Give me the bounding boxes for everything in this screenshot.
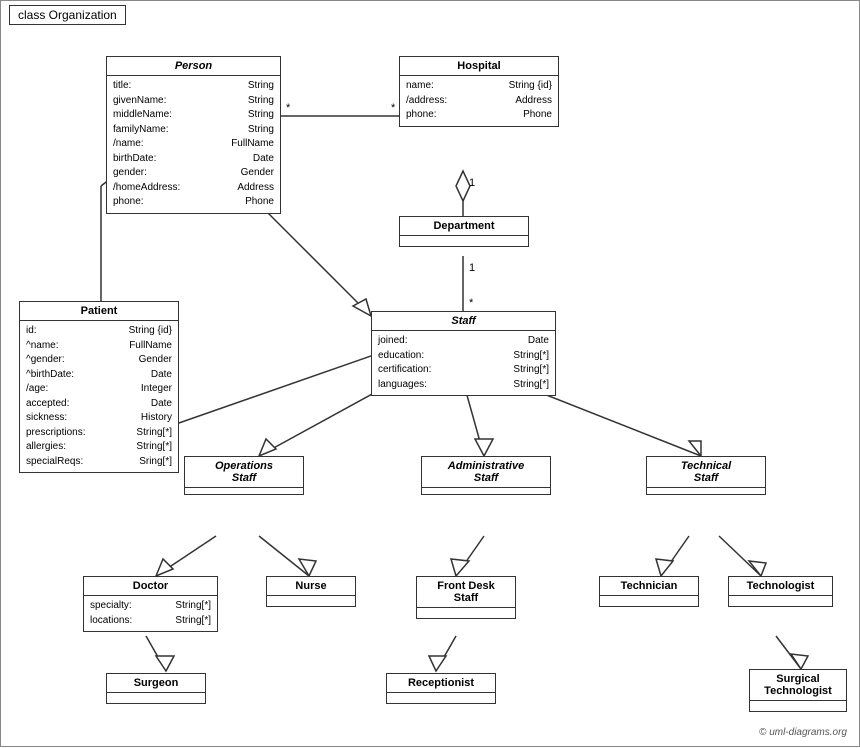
diagram-container: class Organization * * 1 * 1 * [0, 0, 860, 747]
hospital-attributes: name:String {id} /address:Address phone:… [400, 76, 558, 126]
copyright-text: © uml-diagrams.org [759, 727, 847, 738]
person-box: Person title:String givenName:String mid… [106, 56, 281, 214]
svg-text:*: * [469, 297, 474, 309]
administrative-staff-box: Administrative Staff [421, 456, 551, 495]
surgical-technologist-box: Surgical Technologist [749, 669, 847, 712]
department-class-name: Department [400, 217, 528, 236]
person-attributes: title:String givenName:String middleName… [107, 76, 280, 213]
patient-class-name: Patient [20, 302, 178, 321]
department-box: Department [399, 216, 529, 247]
svg-text:*: * [391, 102, 396, 114]
technologist-class-name: Technologist [729, 577, 832, 596]
surgical-technologist-class-name: Surgical Technologist [750, 670, 846, 701]
receptionist-box: Receptionist [386, 673, 496, 704]
person-class-name: Person [107, 57, 280, 76]
operations-staff-box: Operations Staff [184, 456, 304, 495]
staff-attributes: joined:Date education:String[*] certific… [372, 331, 555, 395]
diagram-title: class Organization [9, 5, 126, 25]
technologist-box: Technologist [728, 576, 833, 607]
front-desk-staff-box: Front Desk Staff [416, 576, 516, 619]
doctor-box: Doctor specialty:String[*] locations:Str… [83, 576, 218, 632]
svg-text:*: * [286, 102, 291, 114]
receptionist-class-name: Receptionist [387, 674, 495, 693]
administrative-staff-class-name: Administrative Staff [422, 457, 550, 488]
front-desk-staff-class-name: Front Desk Staff [417, 577, 515, 608]
department-attributes [400, 236, 528, 246]
hospital-box: Hospital name:String {id} /address:Addre… [399, 56, 559, 127]
hospital-class-name: Hospital [400, 57, 558, 76]
technician-class-name: Technician [600, 577, 698, 596]
doctor-class-name: Doctor [84, 577, 217, 596]
technician-box: Technician [599, 576, 699, 607]
technical-staff-box: Technical Staff [646, 456, 766, 495]
technical-staff-class-name: Technical Staff [647, 457, 765, 488]
patient-box: Patient id:String {id} ^name:FullName ^g… [19, 301, 179, 473]
surgeon-class-name: Surgeon [107, 674, 205, 693]
svg-text:1: 1 [469, 177, 475, 189]
nurse-box: Nurse [266, 576, 356, 607]
staff-class-name: Staff [372, 312, 555, 331]
staff-box: Staff joined:Date education:String[*] ce… [371, 311, 556, 396]
operations-staff-class-name: Operations Staff [185, 457, 303, 488]
patient-attributes: id:String {id} ^name:FullName ^gender:Ge… [20, 321, 178, 472]
svg-text:1: 1 [469, 262, 475, 274]
doctor-attributes: specialty:String[*] locations:String[*] [84, 596, 217, 631]
nurse-class-name: Nurse [267, 577, 355, 596]
surgeon-box: Surgeon [106, 673, 206, 704]
